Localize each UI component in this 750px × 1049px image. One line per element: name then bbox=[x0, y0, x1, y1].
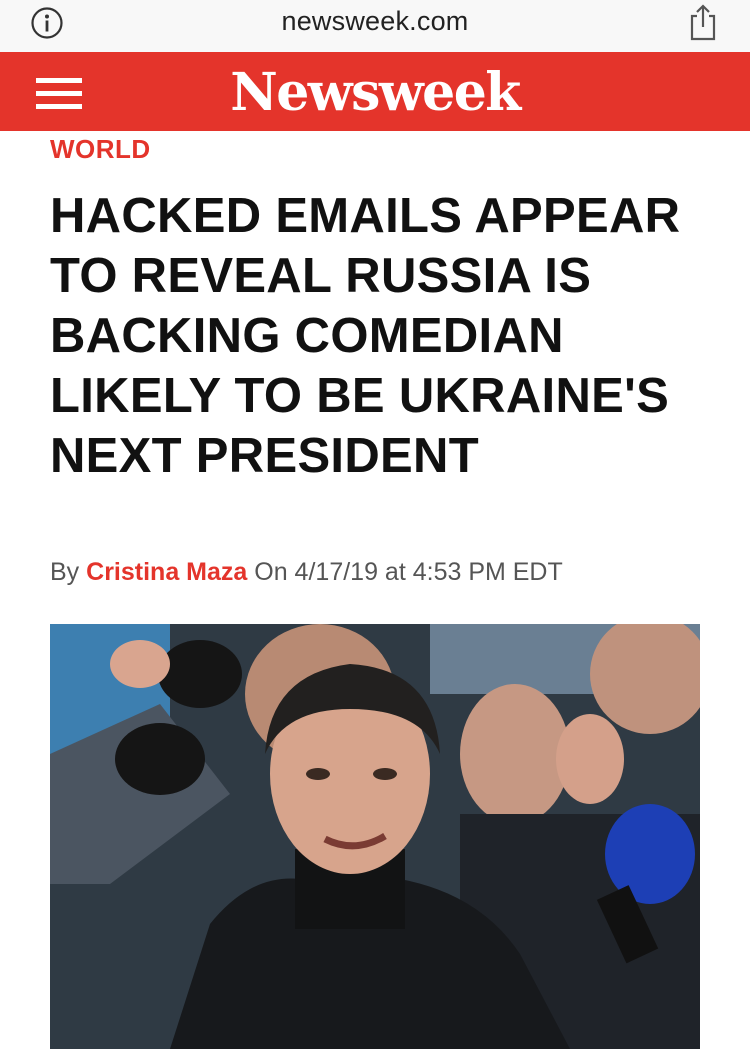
browser-address-bar: newsweek.com bbox=[0, 0, 750, 52]
article-photo[interactable] bbox=[50, 624, 700, 1049]
author-link[interactable]: Cristina Maza bbox=[86, 558, 247, 586]
publish-date: On 4/17/19 at 4:53 PM EDT bbox=[254, 558, 563, 586]
section-label[interactable]: WORLD bbox=[50, 134, 151, 165]
byline-prefix: By bbox=[50, 558, 80, 586]
share-icon[interactable] bbox=[686, 2, 720, 42]
article-headline: HACKED EMAILS APPEAR TO REVEAL RUSSIA IS… bbox=[50, 189, 681, 483]
address-url[interactable]: newsweek.com bbox=[0, 6, 750, 37]
byline: By Cristina Maza On 4/17/19 at 4:53 PM E… bbox=[50, 558, 563, 587]
site-header: Newsweek bbox=[0, 52, 750, 131]
newsweek-logo[interactable]: Newsweek bbox=[0, 62, 750, 123]
